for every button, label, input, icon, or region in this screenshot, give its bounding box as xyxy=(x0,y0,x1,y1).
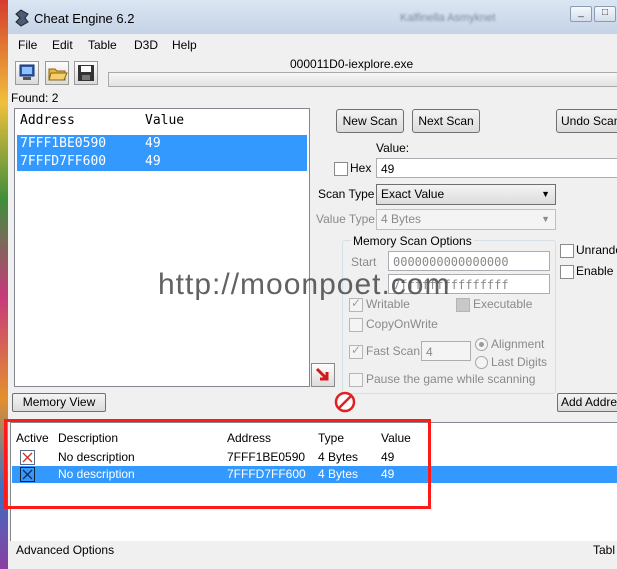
background-window-title: Kalfinella Asmyknet xyxy=(400,12,496,24)
executable-label: Executable xyxy=(473,297,533,311)
red-arrow-icon xyxy=(315,367,329,381)
menu-help[interactable]: Help xyxy=(172,38,197,52)
unrandomizer-checkbox[interactable] xyxy=(560,244,574,258)
result-row[interactable]: 7FFF1BE0590 49 xyxy=(17,135,307,153)
menu-edit[interactable]: Edit xyxy=(52,38,73,52)
fast-scan-label: Fast Scan xyxy=(366,344,421,358)
value-type-value: 4 Bytes xyxy=(381,212,422,226)
maximize-button[interactable]: □ xyxy=(594,6,616,22)
fast-scan-checkbox[interactable] xyxy=(349,343,363,359)
copy-on-write-checkbox[interactable] xyxy=(349,318,363,332)
executable-checkbox[interactable] xyxy=(456,298,470,312)
scan-type-label: Scan Type xyxy=(318,187,375,201)
next-scan-button[interactable]: Next Scan xyxy=(412,109,480,133)
copy-on-write-label: CopyOnWrite xyxy=(366,317,438,331)
open-folder-icon xyxy=(48,68,68,81)
memory-scan-options-title: Memory Scan Options xyxy=(351,234,474,248)
scan-type-select[interactable]: Exact Value ▼ xyxy=(376,184,556,205)
process-select-button[interactable] xyxy=(15,61,39,85)
stop-button[interactable] xyxy=(334,391,356,413)
result-row[interactable]: 7FFFD7FF600 49 xyxy=(17,153,307,171)
pause-game-checkbox[interactable] xyxy=(349,373,363,387)
result-address: 7FFF1BE0590 xyxy=(20,136,107,151)
alignment-radio[interactable] xyxy=(475,338,488,351)
enable-checkbox[interactable] xyxy=(560,265,574,279)
value-type-label: Value Type xyxy=(316,212,375,226)
value-label: Value: xyxy=(376,141,410,155)
fast-scan-input[interactable]: 4 xyxy=(421,341,471,361)
result-address: 7FFFD7FF600 xyxy=(20,154,107,169)
memory-view-button[interactable]: Memory View xyxy=(12,393,106,412)
scan-type-value: Exact Value xyxy=(381,187,445,201)
menu-table[interactable]: Table xyxy=(88,38,117,52)
advanced-options-link[interactable]: Advanced Options xyxy=(16,543,114,557)
menu-file[interactable]: File xyxy=(18,38,37,52)
last-digits-label: Last Digits xyxy=(491,355,548,369)
value-type-select[interactable]: 4 Bytes ▼ xyxy=(376,209,556,230)
cheat-engine-icon xyxy=(15,9,29,27)
save-button[interactable] xyxy=(74,61,98,85)
add-selected-button[interactable] xyxy=(311,363,335,387)
result-value: 49 xyxy=(145,136,161,151)
table-extras-link[interactable]: Tabl xyxy=(593,543,615,557)
enable-label: Enable xyxy=(576,264,614,278)
open-button[interactable] xyxy=(45,61,69,85)
pause-game-label: Pause the game while scanning xyxy=(366,372,536,386)
minimize-button[interactable]: _ xyxy=(570,6,592,22)
window-title: Cheat Engine 6.2 xyxy=(34,11,135,26)
unrandomizer-label: Unrando xyxy=(576,243,617,257)
highlight-box xyxy=(4,419,431,509)
alignment-label: Alignment xyxy=(491,337,545,351)
process-select-icon xyxy=(19,64,35,80)
new-scan-button[interactable]: New Scan xyxy=(336,109,404,133)
dropdown-arrow-icon: ▼ xyxy=(541,214,550,224)
watermark-text: http://moonpoet.com xyxy=(158,268,451,301)
add-address-button[interactable]: Add Address xyxy=(557,393,617,412)
scan-progress-bar xyxy=(108,72,617,87)
found-count: Found: 2 xyxy=(11,91,59,105)
process-name: 000011D0-iexplore.exe xyxy=(290,57,414,71)
hex-checkbox[interactable] xyxy=(334,162,348,176)
menu-d3d[interactable]: D3D xyxy=(134,38,158,52)
start-label: Start xyxy=(351,255,377,269)
dropdown-arrow-icon: ▼ xyxy=(541,189,550,199)
hex-label: Hex xyxy=(350,161,372,175)
undo-scan-button[interactable]: Undo Scan xyxy=(556,109,617,133)
last-digits-radio[interactable] xyxy=(475,356,488,369)
stop-icon xyxy=(334,391,356,413)
result-value: 49 xyxy=(145,154,161,169)
value-input[interactable]: 49 xyxy=(376,158,617,178)
save-disk-icon xyxy=(78,65,94,81)
